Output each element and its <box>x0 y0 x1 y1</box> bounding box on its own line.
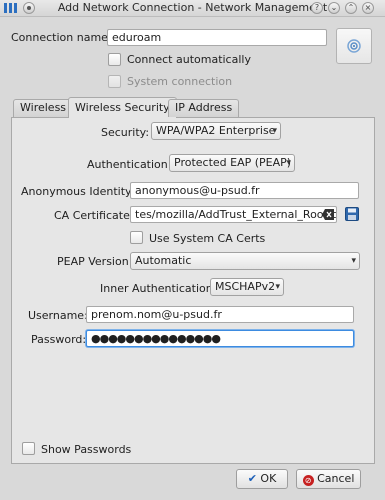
connect-automatically-label: Connect automatically <box>127 53 251 66</box>
connection-icon-button[interactable] <box>336 28 372 64</box>
show-passwords-label: Show Passwords <box>41 443 132 456</box>
tab-wireless-security[interactable]: Wireless Security <box>68 97 177 118</box>
ok-label: OK <box>260 472 277 485</box>
show-passwords-checkbox[interactable] <box>22 442 35 455</box>
authentication-value: Protected EAP (PEAP) <box>174 156 292 169</box>
cancel-icon: ⊘ <box>302 475 314 486</box>
checkmark-icon: ✔ <box>247 472 257 485</box>
minimize-button[interactable]: ⌄ <box>328 2 340 14</box>
connection-name-label: Connection name: <box>11 31 112 44</box>
peap-version-value: Automatic <box>135 254 192 267</box>
inner-authentication-label: Inner Authentication: <box>100 282 217 295</box>
password-label: Password: <box>31 333 87 346</box>
chevron-down-icon: ▾ <box>275 282 280 292</box>
authentication-label: Authentication: <box>87 158 172 171</box>
inner-authentication-value: MSCHAPv2 <box>215 280 276 293</box>
password-value: ●●●●●●●●●●●●●●● <box>91 332 221 345</box>
close-button[interactable]: × <box>362 2 374 14</box>
ca-certificate-label: CA Certificate: <box>54 209 134 222</box>
system-connection-label: System connection <box>127 75 233 88</box>
username-label: Username: <box>28 309 88 322</box>
ca-certificate-input[interactable]: tes/mozilla/AddTrust_External_Root.crt <box>130 206 337 223</box>
save-icon[interactable] <box>345 207 359 221</box>
wifi-icon <box>347 39 361 56</box>
maximize-button[interactable]: ⌃ <box>345 2 357 14</box>
ok-button[interactable]: ✔ OK <box>236 469 288 489</box>
anonymous-identity-label: Anonymous Identity: <box>21 185 135 198</box>
anonymous-identity-input[interactable]: anonymous@u-psud.fr <box>130 182 359 199</box>
security-value: WPA/WPA2 Enterprise <box>156 124 276 137</box>
cancel-button[interactable]: ⊘ Cancel <box>296 469 361 489</box>
use-system-ca-certs-label: Use System CA Certs <box>149 232 266 245</box>
tab-wireless[interactable]: Wireless <box>13 99 74 117</box>
inner-authentication-dropdown[interactable]: MSCHAPv2 ▾ <box>210 278 284 296</box>
chevron-down-icon: ▾ <box>272 126 277 136</box>
use-system-ca-certs-checkbox[interactable] <box>130 231 143 244</box>
security-label: Security: <box>101 126 150 139</box>
help-button[interactable]: ? <box>311 2 323 14</box>
cancel-label: Cancel <box>317 472 355 485</box>
authentication-dropdown[interactable]: Protected EAP (PEAP) ▾ <box>169 154 295 172</box>
chevron-down-icon: ▾ <box>351 256 356 266</box>
system-connection-checkbox[interactable] <box>108 75 121 88</box>
connection-name-input[interactable]: eduroam <box>107 29 327 46</box>
tab-ip-address[interactable]: IP Address <box>168 99 240 117</box>
peap-version-label: PEAP Version: <box>57 255 133 268</box>
peap-version-dropdown[interactable]: Automatic ▾ <box>130 252 360 270</box>
chevron-down-icon: ▾ <box>286 158 291 168</box>
password-input[interactable]: ●●●●●●●●●●●●●●● <box>86 330 354 347</box>
connect-automatically-checkbox[interactable] <box>108 53 121 66</box>
clear-icon[interactable] <box>322 209 334 220</box>
username-input[interactable]: prenom.nom@u-psud.fr <box>86 306 354 323</box>
security-dropdown[interactable]: WPA/WPA2 Enterprise ▾ <box>151 122 281 140</box>
ca-certificate-value: tes/mozilla/AddTrust_External_Root.crt <box>135 208 337 221</box>
